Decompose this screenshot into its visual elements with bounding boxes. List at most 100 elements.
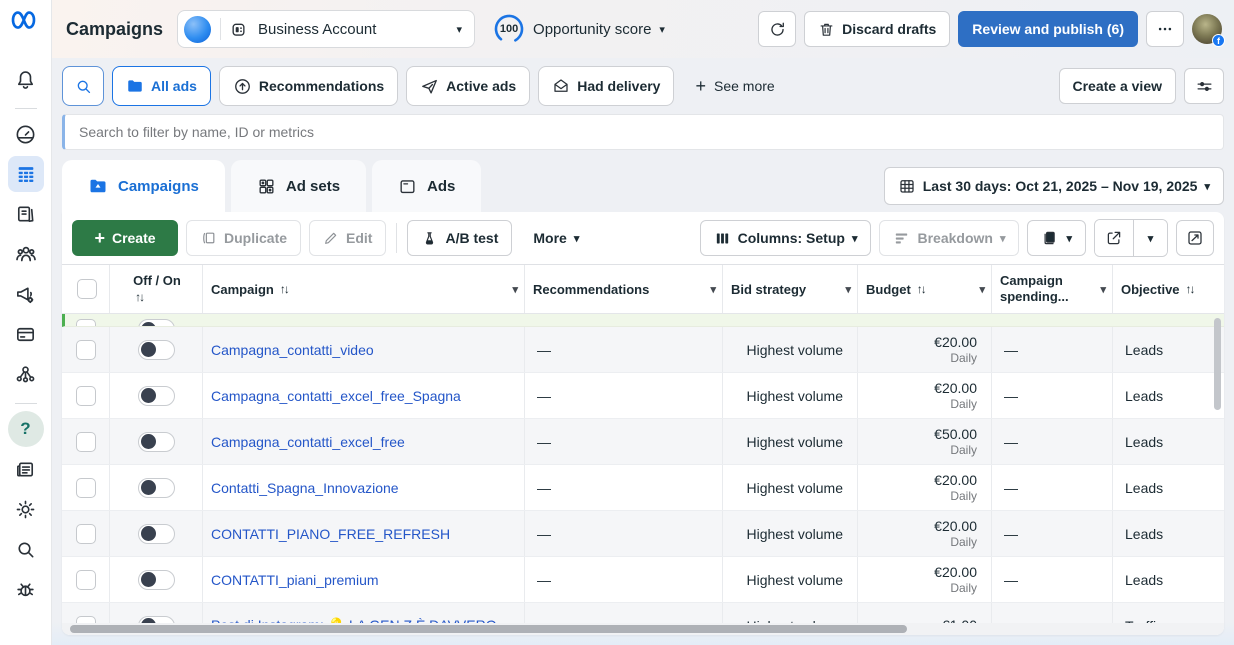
campaign-link[interactable]: Campagna_contatti_video [211,342,374,358]
bid-strategy-cell: Highest volume [723,511,858,556]
export-button[interactable] [1095,220,1133,256]
campaign-link[interactable]: Campagna_contatti_excel_free_Spagna [211,388,461,404]
vertical-scrollbar[interactable] [1214,318,1221,410]
horizontal-scrollbar-track [62,623,1224,635]
user-avatar[interactable]: f [1192,14,1222,44]
advertising-megaphone-icon[interactable] [8,276,44,312]
settings-gear-icon[interactable] [8,491,44,527]
row-checkbox[interactable] [76,340,96,360]
objective-cell: Traffic [1113,603,1224,623]
campaign-toggle-off[interactable] [138,432,175,452]
export-options-button[interactable]: ▾ [1133,220,1167,256]
tab-campaigns[interactable]: Campaigns [62,160,225,212]
header-campaign-spending[interactable]: Campaign spending... ▾ [992,265,1113,313]
help-question-icon[interactable]: ? [8,411,44,447]
ads-manager-grid-icon[interactable] [8,156,44,192]
header-campaign[interactable]: Campaign ↑↓ ▾ [203,265,525,313]
business-account-selector[interactable]: Business Account ▾ [177,10,475,48]
chevron-down-icon: ▾ [852,232,858,245]
row-checkbox[interactable] [76,524,96,544]
recommendations-cell: — [525,603,723,623]
reports-pages-icon [1041,229,1059,247]
caret-down-icon[interactable]: ▾ [1100,283,1106,296]
toolbar-right: Columns: Setup ▾ Breakdown ▾ ▾ [700,219,1214,257]
updates-news-icon[interactable] [8,451,44,487]
checkbox-cell [62,557,110,602]
header-label: Off / On [133,273,181,288]
campaign-toggle[interactable] [138,319,175,327]
create-a-view-button[interactable]: Create a view [1059,68,1177,104]
caret-down-icon[interactable]: ▾ [845,283,851,296]
billing-card-icon[interactable] [8,316,44,352]
campaign-toggle-off[interactable] [138,386,175,406]
business-assets-network-icon[interactable] [8,356,44,392]
header-bid-strategy[interactable]: Bid strategy ▾ [723,265,858,313]
campaign-link[interactable]: Contatti_Spagna_Innovazione [211,480,399,496]
discard-drafts-button[interactable]: Discard drafts [804,11,950,47]
horizontal-scrollbar[interactable] [70,625,907,633]
caret-down-icon[interactable]: ▾ [979,283,985,296]
date-range-selector[interactable]: Last 30 days: Oct 21, 2025 – Nov 19, 202… [884,167,1224,205]
filter-chip-had-delivery[interactable]: Had delivery [538,66,674,106]
header-objective[interactable]: Objective ↑↓ [1113,265,1224,313]
tab-ad-sets[interactable]: Ad sets [231,160,366,212]
account-overview-gauge-icon[interactable] [8,116,44,152]
search-input[interactable] [62,114,1224,150]
meta-logo[interactable] [11,10,41,35]
budget-value: €20.00 [934,564,977,580]
filter-settings-button[interactable] [1184,68,1224,104]
bid-strategy-cell: Highest volume [723,373,858,418]
more-menu-button[interactable]: More ▾ [520,220,592,256]
table-row: Post di Instagram: 💡 LA GEN Z È DAVVERO…… [62,603,1224,623]
tab-ads[interactable]: Ads [372,160,481,212]
row-checkbox[interactable] [76,570,96,590]
row-checkbox[interactable] [76,432,96,452]
filter-chip-recommendations[interactable]: Recommendations [219,66,398,106]
filter-search-button[interactable] [62,66,104,106]
filter-chip-label: Active ads [446,78,516,94]
campaign-toggle-off[interactable] [138,524,175,544]
more-label: More [533,230,566,246]
filter-chip-active-ads[interactable]: Active ads [406,66,530,106]
caret-down-icon[interactable]: ▾ [710,283,716,296]
caret-down-icon[interactable]: ▾ [512,283,518,296]
ads-reporting-pages-icon[interactable] [8,196,44,232]
audiences-people-icon[interactable] [8,236,44,272]
row-checkbox[interactable] [76,319,96,327]
header-off-on[interactable]: Off / On ↑↓ [110,265,203,313]
main-area: Campaigns Business Account ▾ 100 Opportu… [52,0,1234,645]
row-checkbox[interactable] [76,616,96,624]
create-button[interactable]: + Create [72,220,178,256]
search-magnifier-icon[interactable] [8,531,44,567]
campaign-link[interactable]: CONTATTI_PIANO_FREE_REFRESH [211,526,450,542]
notifications-bell-icon[interactable] [8,61,44,97]
charts-button[interactable] [1176,220,1214,256]
campaign-toggle-off[interactable] [138,478,175,498]
header-budget[interactable]: Budget ↑↓ ▾ [858,265,992,313]
campaign-link[interactable]: CONTATTI_piani_premium [211,572,379,588]
breakdown-button[interactable]: Breakdown ▾ [879,220,1019,256]
row-checkbox[interactable] [76,478,96,498]
campaign-toggle-off[interactable] [138,340,175,360]
report-bug-icon[interactable] [8,571,44,607]
campaign-link[interactable]: Campagna_contatti_excel_free [211,434,405,450]
duplicate-button[interactable]: Duplicate [186,220,301,256]
edit-button[interactable]: Edit [309,220,386,256]
ab-test-button[interactable]: A/B test [407,220,512,256]
campaign-toggle-off[interactable] [138,570,175,590]
campaign-link[interactable]: Post di Instagram: 💡 LA GEN Z È DAVVERO… [211,617,511,623]
opportunity-score[interactable]: 100 Opportunity score ▾ [493,13,665,45]
more-options-button[interactable] [1146,11,1184,47]
columns-setup-label: Columns: Setup [738,230,845,246]
row-checkbox[interactable] [76,386,96,406]
review-and-publish-button[interactable]: Review and publish (6) [958,11,1138,47]
campaign-toggle-off[interactable] [138,616,175,624]
filter-chip-all-ads[interactable]: All ads [112,66,211,106]
select-all-checkbox[interactable] [77,279,97,299]
columns-setup-button[interactable]: Columns: Setup ▾ [700,220,872,256]
see-more-button[interactable]: + See more [682,66,787,106]
reports-button[interactable]: ▾ [1027,220,1086,256]
header-recommendations[interactable]: Recommendations ▾ [525,265,723,313]
campaign-name-cell: Contatti_Spagna_Innovazione [203,465,525,510]
refresh-button[interactable] [758,11,796,47]
